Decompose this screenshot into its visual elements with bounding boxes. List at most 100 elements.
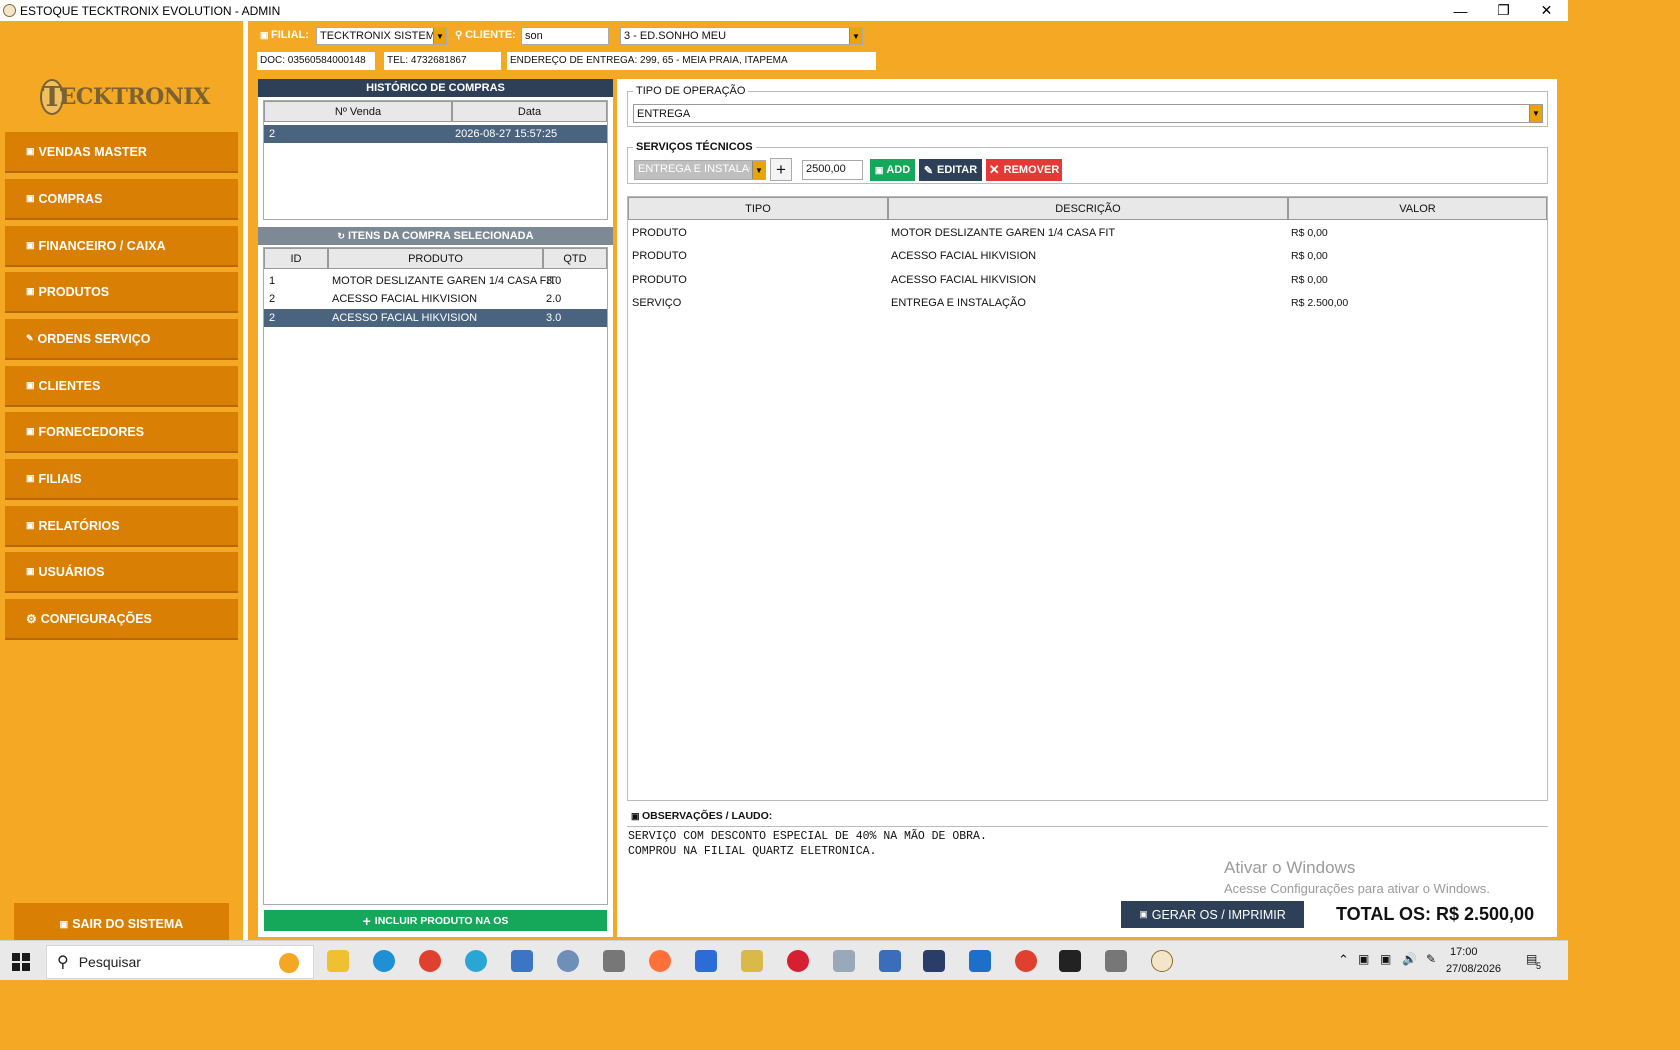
network-icon[interactable]: ▣ bbox=[1380, 952, 1391, 966]
right-panel: TIPO DE OPERAÇÃO ENTREGA ▼ SERVIÇOS TÉCNI… bbox=[617, 79, 1557, 937]
volume-icon[interactable]: 🔊 bbox=[1402, 952, 1417, 966]
building-icon: ▣ bbox=[26, 473, 35, 483]
chevron-down-icon[interactable]: ▼ bbox=[433, 28, 446, 44]
meet-icon[interactable]: ▣ bbox=[1358, 952, 1369, 966]
menu-label: PRODUTOS bbox=[38, 284, 110, 299]
table-row[interactable]: 2 ACESSO FACIAL HIKVISION 3.0 bbox=[264, 309, 607, 327]
operacao-value: ENTREGA bbox=[637, 108, 691, 120]
chevron-down-icon[interactable]: ▼ bbox=[752, 161, 765, 179]
valor-input[interactable]: 2500,00 bbox=[802, 160, 863, 180]
clock-date[interactable]: 27/08/2026 bbox=[1446, 963, 1501, 975]
cell-valor: R$ 0,00 bbox=[1291, 250, 1328, 262]
chevron-down-icon[interactable]: ▼ bbox=[1529, 105, 1542, 122]
menu-financeiro[interactable]: ▣ FINANCEIRO / CAIXA bbox=[5, 226, 238, 267]
col-header-venda[interactable]: Nº Venda bbox=[264, 101, 452, 122]
operacao-select[interactable]: ENTREGA ▼ bbox=[633, 104, 1543, 123]
table-row[interactable]: PRODUTO MOTOR DESLIZANTE GAREN 1/4 CASA … bbox=[628, 224, 1547, 242]
menu-fornecedores[interactable]: ▣ FORNECEDORES bbox=[5, 412, 238, 453]
col-header-produto[interactable]: PRODUTO bbox=[328, 248, 543, 269]
filial-select[interactable]: TECKTRONIX SISTEMAS ▼ bbox=[316, 27, 447, 45]
file-explorer-icon[interactable] bbox=[327, 950, 349, 972]
store-icon[interactable] bbox=[511, 950, 533, 972]
menu-relatorios[interactable]: ▣ RELATÓRIOS bbox=[5, 506, 238, 547]
firefox-icon[interactable] bbox=[649, 950, 671, 972]
filial-label-text: FILIAL: bbox=[271, 29, 309, 41]
pen-icon[interactable]: ✎ bbox=[1426, 952, 1436, 966]
cell-venda: 2 bbox=[269, 128, 276, 140]
word-icon[interactable] bbox=[695, 950, 717, 972]
minimize-button[interactable]: — bbox=[1439, 0, 1482, 21]
close-button[interactable]: ✕ bbox=[1525, 0, 1568, 21]
edge-icon[interactable] bbox=[373, 950, 395, 972]
cliente-select[interactable]: 3 - ED.SONHO MEU ▼ bbox=[620, 27, 863, 45]
chevron-down-icon[interactable]: ▼ bbox=[849, 28, 862, 44]
chrome-icon-2[interactable] bbox=[1015, 950, 1037, 972]
table-row[interactable]: 1 MOTOR DESLIZANTE GAREN 1/4 CASA FIT 3.… bbox=[264, 272, 607, 290]
app-c-icon[interactable] bbox=[465, 950, 487, 972]
menu-usuarios[interactable]: ▣ USUÁRIOS bbox=[5, 552, 238, 593]
settings-icon[interactable] bbox=[557, 950, 579, 972]
table-row[interactable]: SERVIÇO ENTREGA E INSTALAÇÃO R$ 2.500,00 bbox=[628, 294, 1547, 312]
terminal-icon[interactable] bbox=[1059, 950, 1081, 972]
incluir-produto-button[interactable]: + INCLUIR PRODUTO NA OS bbox=[264, 910, 607, 931]
menu-ordens-servico[interactable]: ✎ ORDENS SERVIÇO bbox=[5, 319, 238, 360]
col-header-tipo[interactable]: TIPO bbox=[628, 197, 888, 220]
money-icon: ▣ bbox=[26, 240, 35, 250]
menu-filiais[interactable]: ▣ FILIAIS bbox=[5, 459, 238, 500]
cliente-search-input[interactable]: son bbox=[521, 27, 609, 45]
itens-table: ID PRODUTO QTD 1 MOTOR DESLIZANTE GAREN … bbox=[263, 247, 608, 905]
windows-start-icon[interactable] bbox=[12, 953, 30, 971]
cell-data: 2026-08-27 15:57:25 bbox=[455, 128, 558, 140]
menu-produtos[interactable]: ▣ PRODUTOS bbox=[5, 272, 238, 313]
menu-vendas-master[interactable]: ▣ VENDAS MASTER bbox=[5, 132, 238, 173]
splitter[interactable] bbox=[243, 21, 248, 940]
restore-button[interactable]: ❐ bbox=[1482, 0, 1525, 21]
app-icon-2[interactable] bbox=[879, 950, 901, 972]
cliente-value: 3 - ED.SONHO MEU bbox=[624, 30, 727, 42]
python-icon[interactable] bbox=[741, 950, 763, 972]
col-header-valor[interactable]: VALOR bbox=[1288, 197, 1547, 220]
taskbar-search[interactable]: ⚲ Pesquisar bbox=[46, 945, 314, 979]
editar-button[interactable]: ✎ EDITAR bbox=[919, 159, 982, 181]
logo: T ECKTRONIX bbox=[40, 77, 210, 117]
table-row[interactable]: 2 ACESSO FACIAL HIKVISION 2.0 bbox=[264, 290, 607, 308]
chrome-icon[interactable] bbox=[419, 950, 441, 972]
app-icon-3[interactable] bbox=[923, 950, 945, 972]
taskbar: ⚲ Pesquisar ⌃ ▣ ▣ 🔊 ✎ 17:00 27/08/2026 ▤ … bbox=[0, 940, 1568, 980]
menu-clientes[interactable]: ▣ CLIENTES bbox=[5, 366, 238, 407]
col-header-id[interactable]: ID bbox=[264, 248, 328, 269]
menu-compras[interactable]: ▣ COMPRAS bbox=[5, 179, 238, 220]
chevron-up-icon[interactable]: ⌃ bbox=[1338, 952, 1349, 968]
title-bar: ESTOQUE TECKTRONIX EVOLUTION - ADMIN — ❐… bbox=[0, 0, 1568, 21]
col-header-descricao[interactable]: DESCRIÇÃO bbox=[888, 197, 1288, 220]
plus-icon: + bbox=[362, 912, 371, 929]
tel-field: TEL: 4732681867 bbox=[384, 52, 501, 70]
table-row[interactable]: 2 2026-08-27 15:57:25 bbox=[264, 125, 607, 143]
itens-title: ↻ ITENS DA COMPRA SELECIONADA bbox=[258, 227, 613, 245]
table-row[interactable]: PRODUTO ACESSO FACIAL HIKVISION R$ 0,00 bbox=[628, 271, 1547, 289]
add-servico-plus-button[interactable]: + bbox=[770, 158, 792, 181]
gerar-os-button[interactable]: ▣ GERAR OS / IMPRIMIR bbox=[1121, 901, 1304, 928]
col-header-data[interactable]: Data bbox=[452, 101, 607, 122]
add-label: ADD bbox=[886, 164, 911, 176]
gimp-icon[interactable] bbox=[603, 950, 625, 972]
menu-configuracoes[interactable]: ⚙ CONFIGURAÇÕES bbox=[5, 599, 238, 640]
remover-button[interactable]: ✕ REMOVER bbox=[986, 159, 1062, 181]
cell-descricao: ENTREGA E INSTALAÇÃO bbox=[891, 297, 1026, 309]
table-row[interactable]: PRODUTO ACESSO FACIAL HIKVISION R$ 0,00 bbox=[628, 247, 1547, 265]
app-icon-4[interactable] bbox=[969, 950, 991, 972]
cell-produto: ACESSO FACIAL HIKVISION bbox=[332, 312, 478, 324]
exit-button[interactable]: ▣ SAIR DO SISTEMA bbox=[14, 903, 229, 945]
servico-select[interactable]: ENTREGA E INSTALAÇÃO▼ bbox=[634, 160, 766, 180]
activation-watermark: Ativar o Windows Acesse Configurações pa… bbox=[1224, 858, 1490, 896]
col-header-qtd[interactable]: QTD bbox=[543, 248, 607, 269]
clock-time[interactable]: 17:00 bbox=[1450, 946, 1478, 958]
gerar-label: GERAR OS / IMPRIMIR bbox=[1151, 907, 1286, 922]
watermark-line2: Acesse Configurações para ativar o Windo… bbox=[1224, 881, 1490, 896]
gimp-icon-2[interactable] bbox=[1105, 950, 1127, 972]
paint-icon[interactable] bbox=[833, 950, 855, 972]
tecktronix-taskbar-icon[interactable] bbox=[1151, 950, 1173, 972]
add-button[interactable]: ▣ ADD bbox=[870, 159, 915, 181]
users-icon: ▣ bbox=[26, 380, 35, 390]
opera-icon[interactable] bbox=[787, 950, 809, 972]
